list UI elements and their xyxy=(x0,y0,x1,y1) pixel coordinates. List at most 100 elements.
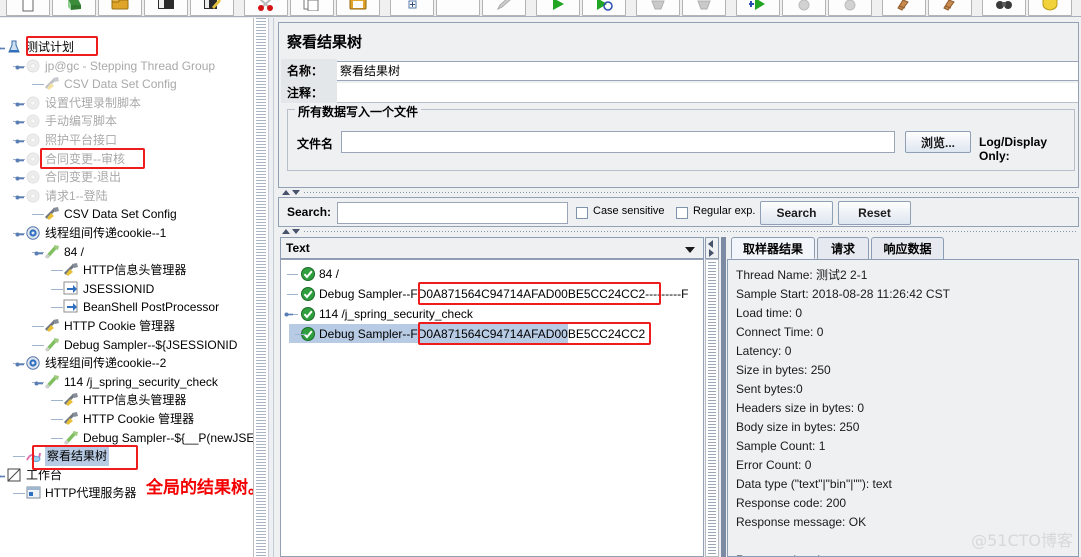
detail-line-2: Load time: 0 xyxy=(736,306,803,320)
detail-line-12: Response code: 200 xyxy=(736,496,847,510)
copy-icon[interactable] xyxy=(290,0,334,16)
tree-item-15[interactable]: HTTP Cookie 管理器 xyxy=(0,317,253,336)
stop-icon[interactable] xyxy=(636,0,680,16)
test-plan-tree-panel[interactable]: 测试计划 jp@gc - Stepping Thread Group CSV Dat… xyxy=(0,18,254,557)
tree-item-2[interactable]: CSV Data Set Config xyxy=(0,75,253,94)
tree-item-12[interactable]: HTTP信息头管理器 xyxy=(0,261,253,280)
tree-item-19[interactable]: HTTP信息头管理器 xyxy=(0,391,253,410)
search-icon[interactable] xyxy=(982,0,1026,16)
result-row-2[interactable]: 114 /j_spring_security_check xyxy=(281,304,703,323)
case-sensitive-checkbox[interactable] xyxy=(576,207,588,219)
start-icon xyxy=(550,0,566,14)
tab-1[interactable]: 请求 xyxy=(817,237,869,259)
highlight-box-test-plan xyxy=(26,36,98,56)
thread-group-blue-icon xyxy=(25,355,42,372)
new-icon[interactable] xyxy=(6,0,50,16)
open-icon[interactable] xyxy=(98,0,142,16)
sampler-icon xyxy=(44,337,61,354)
detail-line-0: Thread Name: 测试2 2-1 xyxy=(736,268,868,282)
renderer-combobox[interactable]: Text xyxy=(280,237,704,259)
save-as-icon[interactable] xyxy=(190,0,234,16)
start-no-pause-icon[interactable] xyxy=(582,0,626,16)
split-handle-lower[interactable] xyxy=(278,227,1079,236)
collapse-down-icon[interactable] xyxy=(292,190,300,195)
split-handle-upper[interactable] xyxy=(278,188,1079,197)
collapse-down-icon-2[interactable] xyxy=(292,229,300,234)
remote-shutdown-icon[interactable] xyxy=(828,0,872,16)
tree-item-4[interactable]: 手动编写脚本 xyxy=(0,112,253,131)
case-sensitive-label: Case sensitive xyxy=(593,205,665,217)
tree-item-18[interactable]: 114 /j_spring_security_check xyxy=(0,373,253,392)
search-input[interactable] xyxy=(337,202,568,224)
results-tree-scrollbar[interactable] xyxy=(705,259,719,557)
results-details-split-divider[interactable] xyxy=(721,237,726,557)
tab-0[interactable]: 取样器结果 xyxy=(731,237,815,259)
remote-stop-icon[interactable] xyxy=(782,0,826,16)
results-tree[interactable]: 84 /Debug Sampler--FD0A871564C94714AFAD0… xyxy=(280,259,704,557)
shutdown-icon[interactable] xyxy=(682,0,726,16)
expand-icon[interactable] xyxy=(390,0,434,16)
tree-item-label: 114 /j_spring_security_check xyxy=(64,374,218,389)
tree-item-3[interactable]: 设置代理录制脚本 xyxy=(0,94,253,113)
tree-connector xyxy=(51,288,63,290)
success-icon xyxy=(301,286,315,301)
filename-input[interactable] xyxy=(341,131,895,153)
remote-start-icon[interactable] xyxy=(736,0,780,16)
collapse-up-icon[interactable] xyxy=(282,190,290,195)
tree-item-13[interactable]: JSESSIONID xyxy=(0,280,253,299)
tree-item-label: 线程组间传递cookie--1 xyxy=(45,226,167,240)
tree-item-8[interactable]: 请求1--登陆 xyxy=(0,187,253,206)
detail-line-3: Connect Time: 0 xyxy=(736,325,824,339)
renderer-scroll-stub[interactable] xyxy=(705,237,719,259)
tree-connector xyxy=(32,326,44,327)
paste-icon[interactable] xyxy=(336,0,380,16)
tree-item-label: 线程组间传递cookie--2 xyxy=(45,356,167,371)
tree-item-20[interactable]: HTTP Cookie 管理器 xyxy=(0,410,253,429)
tree-item-9[interactable]: CSV Data Set Config xyxy=(0,205,253,224)
result-row-0[interactable]: 84 / xyxy=(281,264,703,283)
tree-item-10[interactable]: 线程组间传递cookie--1 xyxy=(0,224,253,243)
sampler-icon xyxy=(44,244,61,261)
cut-icon[interactable] xyxy=(244,0,288,16)
tree-item-17[interactable]: 线程组间传递cookie--2 xyxy=(0,354,253,373)
tree-connector xyxy=(51,270,63,272)
name-input[interactable]: 察看结果树 xyxy=(337,61,1078,81)
thread-group-icon xyxy=(25,58,42,75)
result-connector xyxy=(287,274,298,275)
tree-item-label: Debug Sampler--${JSESSIONID xyxy=(64,337,238,352)
tree-item-label: HTTP信息头管理器 xyxy=(83,263,187,278)
sampler-result-body[interactable]: Thread Name: 测试2 2-1 Sample Start: 2018-0… xyxy=(727,259,1079,557)
reset-search-icon[interactable] xyxy=(1028,0,1072,16)
tree-item-16[interactable]: Debug Sampler--${JSESSIONID xyxy=(0,336,253,355)
clear-icon xyxy=(895,0,913,14)
chevron-down-icon[interactable] xyxy=(685,247,695,253)
collapse-icon[interactable] xyxy=(436,0,480,16)
result-row-label: 114 /j_spring_security_check xyxy=(319,306,473,321)
result-expander[interactable] xyxy=(284,309,295,323)
start-icon[interactable] xyxy=(536,0,580,16)
tree-connector xyxy=(32,84,44,86)
reset-search-icon xyxy=(1041,0,1059,14)
toggle-icon[interactable] xyxy=(482,0,526,16)
config-icon xyxy=(44,318,61,335)
tree-item-7[interactable]: 合同变更-退出 xyxy=(0,168,253,187)
collapse-up-icon-2[interactable] xyxy=(282,229,290,234)
clear-all-icon[interactable] xyxy=(928,0,972,16)
tree-item-label: HTTP代理服务器 xyxy=(45,486,137,501)
reset-button[interactable]: Reset xyxy=(838,201,911,225)
detail-line-14 xyxy=(736,532,950,551)
tree-item-11[interactable]: 84 / xyxy=(0,243,253,262)
search-button[interactable]: Search xyxy=(760,201,833,225)
tree-item-14[interactable]: BeanShell PostProcessor xyxy=(0,298,253,317)
tree-item-1[interactable]: jp@gc - Stepping Thread Group xyxy=(0,57,253,76)
templates-icon[interactable] xyxy=(52,0,96,16)
tab-2[interactable]: 响应数据 xyxy=(871,237,944,259)
browse-button[interactable]: 浏览... xyxy=(905,131,971,153)
tree-vertical-scrollbar[interactable] xyxy=(253,18,268,557)
renderer-selected-label: Text xyxy=(286,241,310,255)
comment-input[interactable] xyxy=(337,83,1078,103)
save-icon[interactable] xyxy=(144,0,188,16)
regular-exp-checkbox[interactable] xyxy=(676,207,688,219)
thread-group-icon xyxy=(25,169,42,186)
clear-icon[interactable] xyxy=(882,0,926,16)
